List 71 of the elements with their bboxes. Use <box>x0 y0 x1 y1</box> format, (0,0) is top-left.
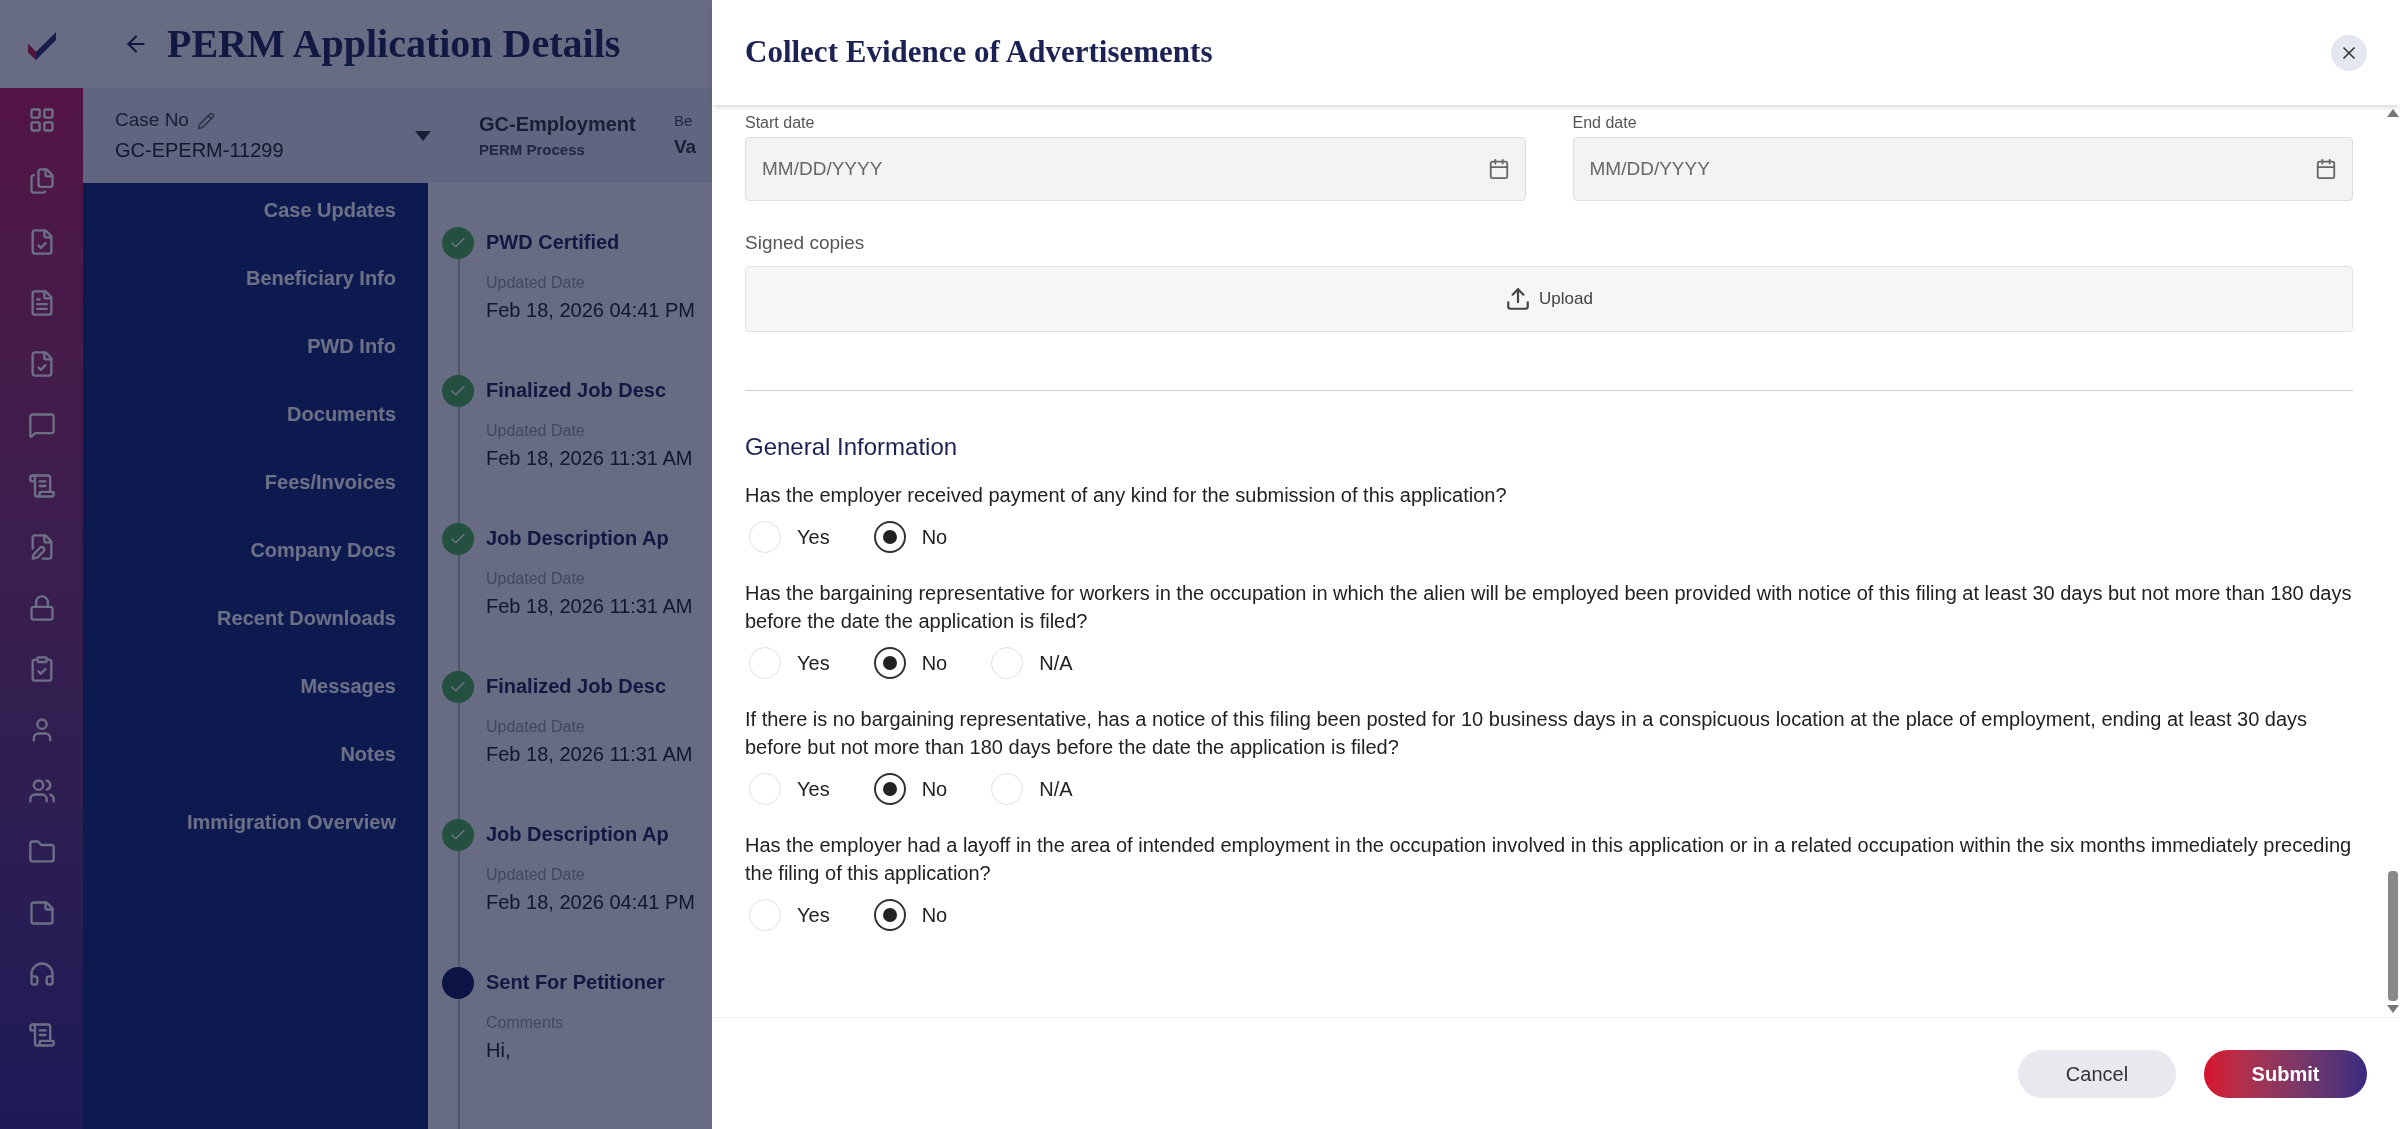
calendar-icon[interactable] <box>1487 158 1510 180</box>
scroll-icon[interactable] <box>27 1021 56 1049</box>
radio-option[interactable]: No <box>873 772 948 805</box>
radio-option[interactable]: Yes <box>749 520 830 553</box>
process-title: GC-Employment <box>479 112 637 138</box>
step-title: PWD Certified <box>486 230 621 255</box>
chat-icon[interactable] <box>27 411 56 439</box>
step-value: Feb 18, 2026 11:31 AM <box>486 594 693 619</box>
step-title: Finalized Job Desc <box>486 674 668 699</box>
date-field[interactable]: MM/DD/YYYY <box>1572 137 2353 201</box>
question-text: Has the bargaining representative for workers in the occupation in which the alien will be employed been provided with notice of this filing at least 30 days but not more than 180 days before the date the application is filed? <box>745 580 2353 634</box>
step-value: Feb 18, 2026 04:41 PM <box>486 298 696 323</box>
scrollbar-thumb[interactable] <box>2388 871 2398 1001</box>
field-label: Start date <box>745 113 816 133</box>
check-icon <box>442 227 474 259</box>
field-label: Be <box>674 111 694 131</box>
edit-icon[interactable] <box>196 111 215 130</box>
close-button[interactable] <box>2331 34 2367 71</box>
check-icon <box>442 671 474 703</box>
step-value: Feb 18, 2026 11:31 AM <box>486 742 693 767</box>
scroll-icon[interactable] <box>27 472 56 500</box>
calendar-icon[interactable] <box>2315 158 2337 180</box>
step-title: Job Description Ap <box>486 526 670 551</box>
radio-option[interactable]: No <box>873 898 948 931</box>
radio-icon[interactable] <box>873 772 906 805</box>
submit-button[interactable]: Submit <box>2204 1049 2367 1098</box>
date-field[interactable]: MM/DD/YYYY <box>745 137 1526 201</box>
radio-option[interactable]: Yes <box>749 772 830 805</box>
question-text: Has the employer received payment of any kind for the submission of this application? <box>745 482 1508 508</box>
step-value: Hi, <box>486 1038 512 1063</box>
check-icon <box>442 523 474 555</box>
scroll-down-icon[interactable] <box>2387 1005 2399 1013</box>
scroll-up-icon[interactable] <box>2387 109 2399 117</box>
dashboard-icon[interactable] <box>27 106 56 134</box>
note-icon[interactable] <box>27 899 56 927</box>
step-title: Job Description Ap <box>486 822 670 847</box>
radio-icon[interactable] <box>873 898 906 931</box>
cancel-button[interactable]: Cancel <box>2018 1049 2176 1098</box>
page-title: PERM Application Details <box>167 20 621 68</box>
case-label: Case No <box>115 108 189 133</box>
step-title: Finalized Job Desc <box>486 378 668 403</box>
lock-icon[interactable] <box>27 594 56 622</box>
modal-title: Collect Evidence of Advertisements <box>745 33 1213 72</box>
step-value: Feb 18, 2026 04:41 PM <box>486 890 696 915</box>
case-number: GC-EPERM-11299 <box>115 137 285 163</box>
section-title: General Information <box>745 431 959 462</box>
users-icon[interactable] <box>27 777 56 805</box>
radio-option[interactable]: Yes <box>749 646 830 679</box>
question-text: If there is no bargaining representative, has a notice of this filing been posted for 10 business days in a conspicuous location at the place of employment, ending at least 30 days before but not more than 180 days before the date the application is filed? <box>745 706 2309 760</box>
question-text: Has the employer had a layoff in the area of intended employment in the occupation involved in this application or in a related occupation within the six months immediately preceding the filing of this application? <box>745 832 2353 886</box>
step-title: Sent For Petitioner <box>486 970 665 995</box>
field-label: Signed copies <box>745 231 866 255</box>
radio-option[interactable]: No <box>873 520 948 553</box>
upload-button[interactable]: Upload <box>745 265 2353 332</box>
folder-icon[interactable] <box>27 838 56 866</box>
check-icon <box>442 819 474 851</box>
upload-icon <box>1505 285 1532 312</box>
process-subtitle: PERM Process <box>479 140 586 161</box>
dropdown-icon[interactable] <box>415 130 431 141</box>
field-value: Va <box>674 134 697 159</box>
step-value: Feb 18, 2026 11:31 AM <box>486 446 693 471</box>
radio-icon[interactable] <box>873 646 906 679</box>
field-label: End date <box>1572 113 1638 133</box>
radio-option[interactable]: No <box>873 646 948 679</box>
check-icon <box>442 375 474 407</box>
support-icon[interactable] <box>27 960 56 988</box>
radio-icon[interactable] <box>873 520 906 553</box>
radio-option[interactable]: Yes <box>749 898 830 931</box>
radio-option[interactable]: N/A <box>991 772 1073 805</box>
documents-icon[interactable] <box>27 167 56 195</box>
radio-option[interactable]: N/A <box>991 646 1073 679</box>
